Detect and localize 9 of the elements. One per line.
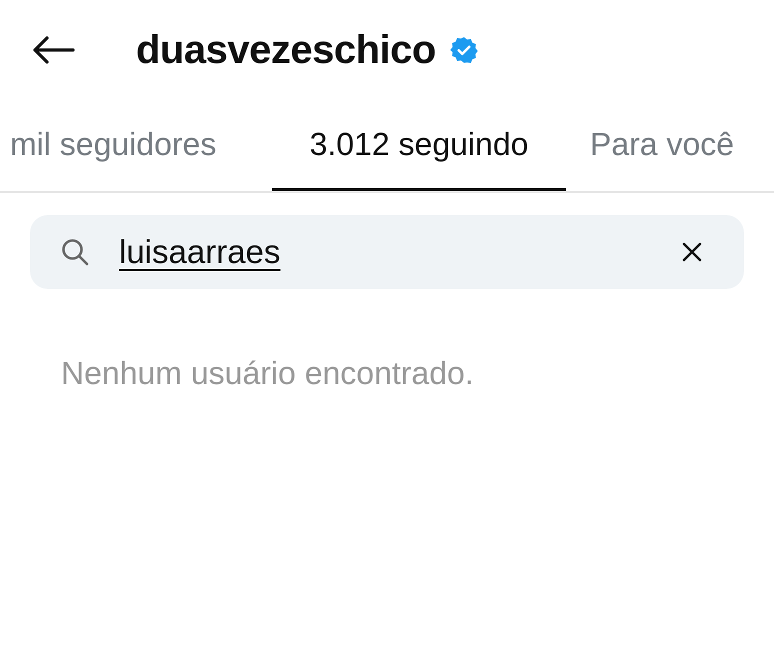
tab[interactable]: 3.012 seguindo <box>272 100 566 191</box>
search-field[interactable]: luisaarraes <box>30 215 744 289</box>
clear-icon[interactable] <box>682 242 702 262</box>
profile-name: duasvezeschico <box>136 27 436 74</box>
empty-message: Nenhum usuário encontrado. <box>61 354 475 393</box>
tab[interactable]: Para você <box>566 100 774 191</box>
search-icon <box>60 237 90 267</box>
search-text: luisaarraes <box>119 232 280 272</box>
tab[interactable]: mil seguidores <box>0 100 272 191</box>
